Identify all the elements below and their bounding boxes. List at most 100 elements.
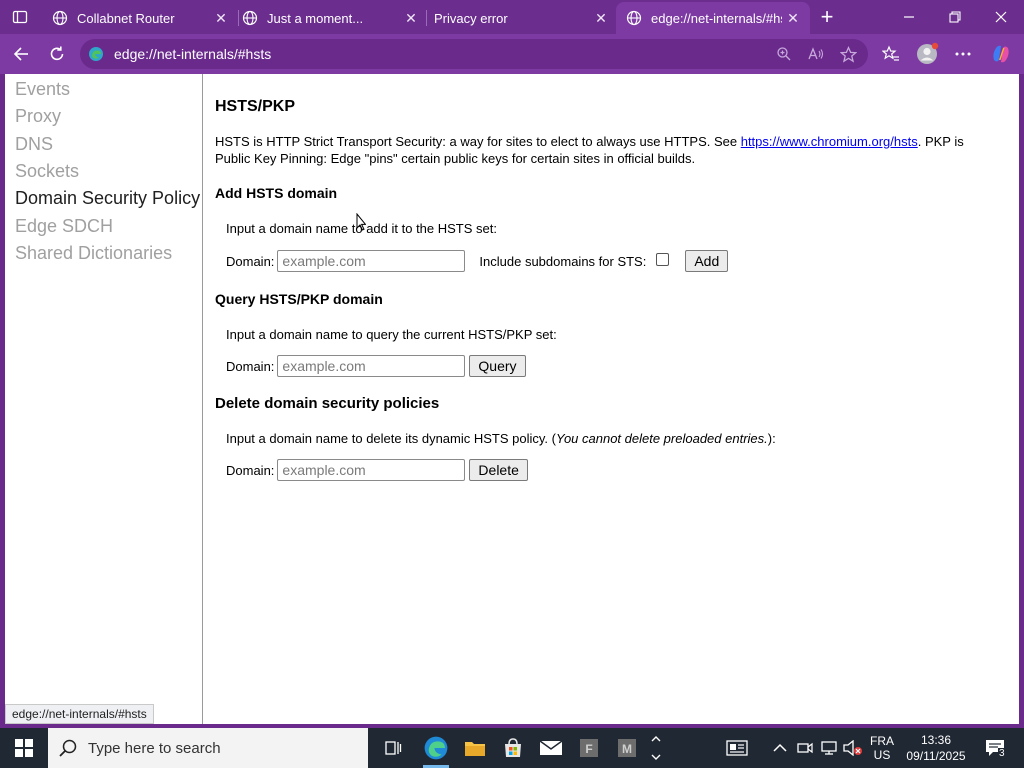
new-tab-button[interactable]: + <box>814 4 840 30</box>
tab-title: Just a moment... <box>267 10 364 26</box>
task-view-button[interactable] <box>374 728 412 768</box>
network-icon <box>821 741 837 755</box>
more-options-icon <box>955 52 971 56</box>
page-title: HSTS/PKP <box>215 98 296 115</box>
edge-logo-icon <box>89 47 103 61</box>
volume-button[interactable] <box>842 728 864 768</box>
taskbar-scroll-button[interactable] <box>646 728 666 768</box>
taskbar-store[interactable] <box>494 728 532 768</box>
taskbar-file-explorer[interactable] <box>456 728 494 768</box>
close-tab-icon[interactable]: ✕ <box>210 7 232 29</box>
globe-icon <box>52 10 68 26</box>
delete-instruction: Input a domain name to delete its dynami… <box>226 431 776 446</box>
sidebar-item-dns[interactable]: DNS <box>15 134 53 155</box>
delete-domain-input[interactable]: example.com <box>277 459 466 481</box>
clock-time: 13:36 <box>920 733 952 747</box>
taskbar-app-f[interactable]: F <box>570 728 608 768</box>
favorites-button[interactable] <box>876 40 906 68</box>
edge-logo-icon <box>424 736 448 760</box>
tab-actions-button[interactable] <box>6 4 34 30</box>
notification-center-button[interactable]: 3 <box>980 728 1010 768</box>
sidebar-item-sockets[interactable]: Sockets <box>15 161 79 182</box>
address-bar[interactable]: edge://net-internals/#hsts <box>80 39 868 69</box>
copilot-button[interactable] <box>986 40 1016 68</box>
hsts-description: HSTS is HTTP Strict Transport Security: … <box>215 133 995 167</box>
svg-text:F: F <box>585 742 592 756</box>
restore-button[interactable] <box>932 0 978 34</box>
query-hsts-heading: Query HSTS/PKP domain <box>215 291 383 307</box>
sidebar-item-edge-sdch[interactable]: Edge SDCH <box>15 216 113 237</box>
domain-label: Domain: <box>226 358 275 374</box>
news-icon <box>726 740 748 756</box>
intro-text: HSTS is HTTP Strict Transport Security: … <box>215 134 741 149</box>
hsts-panel: HSTS/PKP HSTS is HTTP Strict Transport S… <box>215 74 1015 724</box>
notification-count: 3 <box>998 748 1006 759</box>
read-aloud-button[interactable] <box>806 45 826 63</box>
clock-date: 09/11/2025 <box>906 749 966 763</box>
tab-net-internals[interactable]: edge://net-internals/#hsts ✕ <box>616 2 810 34</box>
profile-button[interactable] <box>912 40 942 68</box>
zoom-button[interactable] <box>774 45 794 63</box>
minimize-icon <box>904 16 914 18</box>
mouse-cursor-icon <box>356 213 366 231</box>
add-button[interactable]: Add <box>685 250 729 272</box>
tab-title: Collabnet Router <box>77 10 175 26</box>
delete-instruction-end: ): <box>767 431 776 446</box>
volume-muted-icon <box>843 740 862 756</box>
minimize-button[interactable] <box>886 0 932 34</box>
chromium-hsts-link[interactable]: https://www.chromium.org/hsts <box>741 134 918 149</box>
clock-button[interactable]: 13:36 09/11/2025 <box>902 728 970 768</box>
page-content: Events Proxy DNS Sockets Domain Security… <box>5 74 1019 724</box>
show-hidden-icons-button[interactable] <box>770 728 790 768</box>
restore-icon <box>949 11 961 23</box>
settings-menu-button[interactable] <box>948 40 978 68</box>
tray-meet-button[interactable] <box>794 728 816 768</box>
back-button[interactable] <box>6 40 36 68</box>
start-button[interactable] <box>0 728 48 768</box>
back-arrow-icon <box>13 47 28 61</box>
tray-news-button[interactable] <box>720 728 754 768</box>
delete-button[interactable]: Delete <box>469 459 528 481</box>
sidebar: Events Proxy DNS Sockets Domain Security… <box>5 74 203 724</box>
close-tab-icon[interactable]: ✕ <box>782 7 804 29</box>
zoom-icon <box>777 47 791 61</box>
tab-just-a-moment[interactable]: Just a moment... ✕ <box>232 2 428 34</box>
app-m-icon: M <box>618 739 636 757</box>
tab-collabnet-router[interactable]: Collabnet Router ✕ <box>42 2 238 34</box>
tab-title: edge://net-internals/#hsts <box>651 10 782 26</box>
taskbar-edge-app[interactable] <box>417 728 455 768</box>
copilot-icon <box>993 45 1009 63</box>
favorites-icon <box>882 45 899 61</box>
favorite-button[interactable] <box>838 45 858 63</box>
taskbar-search-box[interactable]: Type here to search <box>48 728 368 768</box>
folder-icon <box>465 742 485 756</box>
sidebar-item-events[interactable]: Events <box>15 79 70 100</box>
app-f-icon: F <box>580 739 598 757</box>
sidebar-item-proxy[interactable]: Proxy <box>15 106 61 127</box>
taskbar-app-m[interactable]: M <box>608 728 646 768</box>
sidebar-item-domain-security-policy[interactable]: Domain Security Policy <box>15 188 200 209</box>
add-domain-input[interactable]: example.com <box>277 250 466 272</box>
tab-actions-icon <box>12 10 28 24</box>
globe-icon <box>242 10 258 26</box>
delete-instruction-text: Input a domain name to delete its dynami… <box>226 431 556 446</box>
windows-logo-icon <box>15 739 33 757</box>
close-tab-icon[interactable]: ✕ <box>400 7 422 29</box>
close-window-button[interactable] <box>978 0 1024 34</box>
query-domain-input[interactable]: example.com <box>277 355 466 377</box>
refresh-button[interactable] <box>42 40 72 68</box>
read-aloud-icon <box>808 47 824 60</box>
scroll-arrows-icon <box>651 736 661 760</box>
include-subdomains-checkbox[interactable] <box>656 252 670 266</box>
chevron-up-icon <box>773 743 787 752</box>
network-button[interactable] <box>818 728 840 768</box>
add-hsts-row: Domain: example.com Include subdomains f… <box>226 249 729 273</box>
tab-privacy-error[interactable]: Privacy error ✕ <box>424 2 618 34</box>
sidebar-item-shared-dictionaries[interactable]: Shared Dictionaries <box>15 243 172 264</box>
query-button[interactable]: Query <box>469 355 526 377</box>
taskbar-mail[interactable] <box>532 728 570 768</box>
input-language-button[interactable]: FRA US <box>866 728 898 768</box>
close-tab-icon[interactable]: ✕ <box>590 7 612 29</box>
domain-label: Domain: <box>226 462 275 478</box>
globe-icon <box>626 10 642 26</box>
